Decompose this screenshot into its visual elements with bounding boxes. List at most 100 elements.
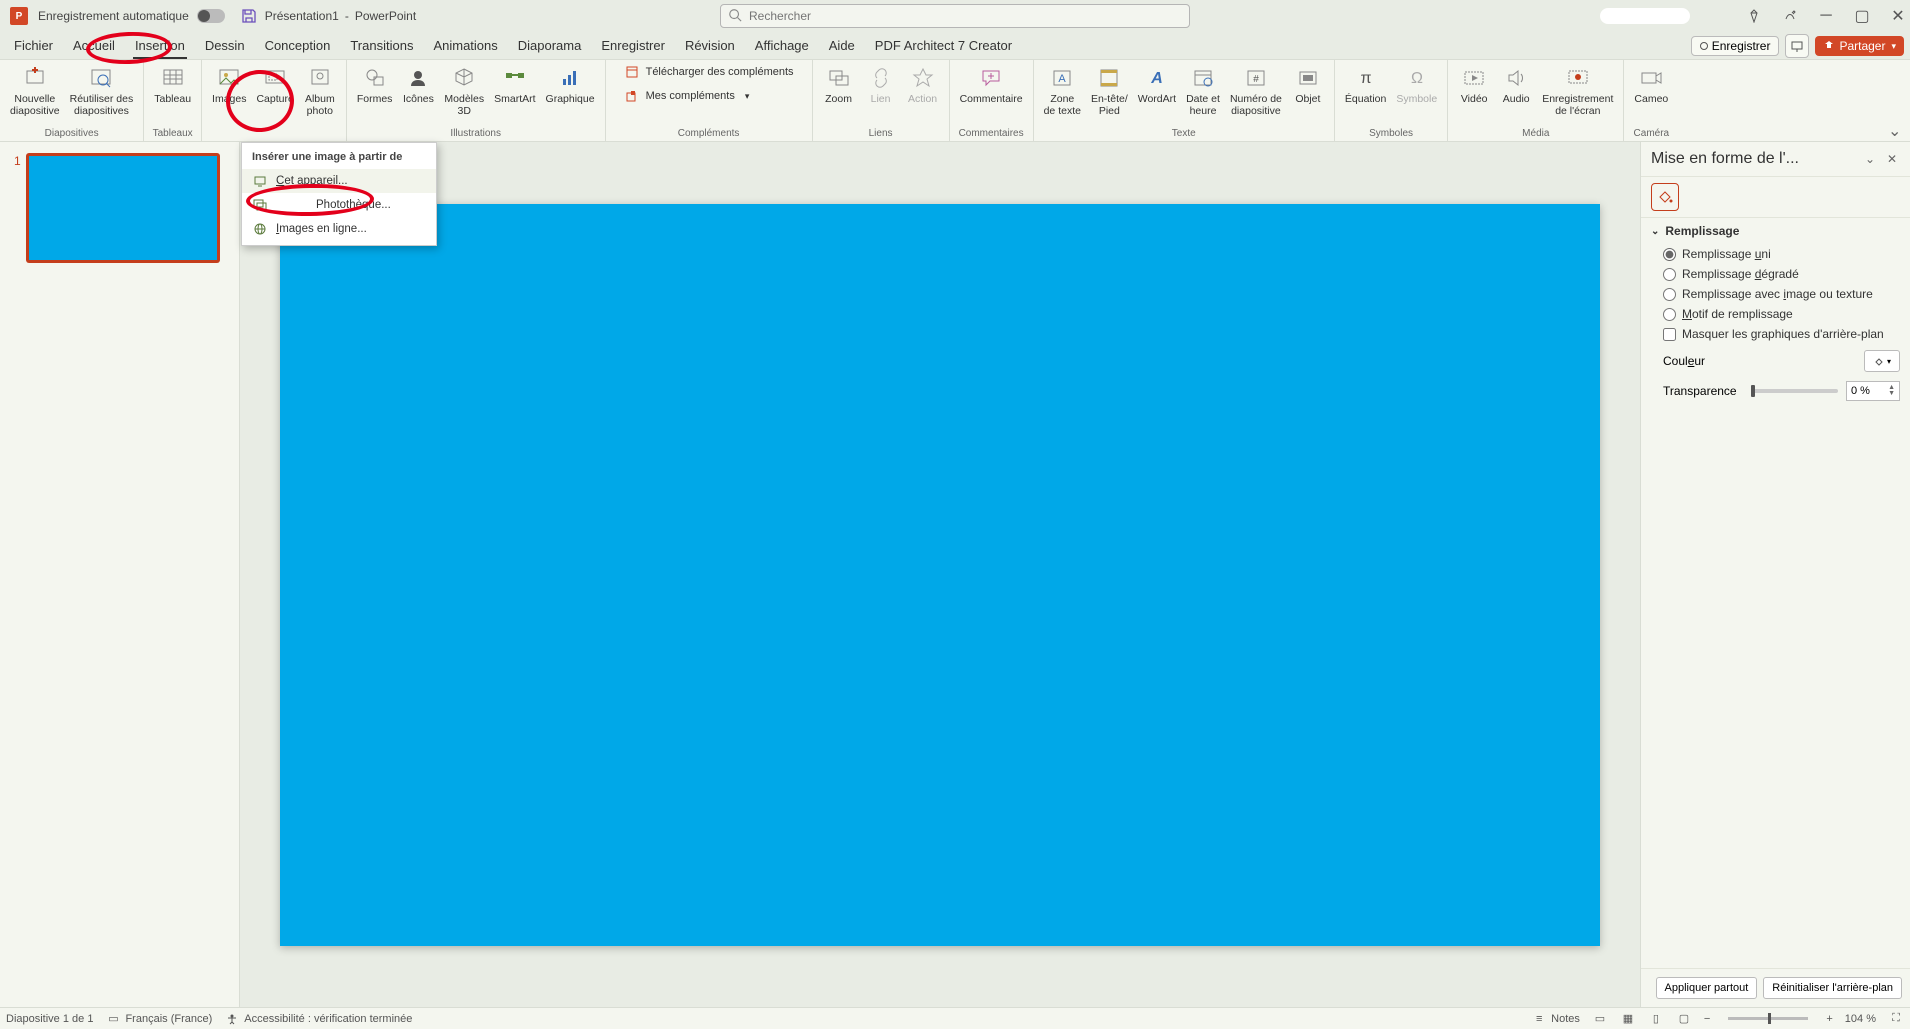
reuse-slides-button[interactable]: Réutiliser des diapositives bbox=[66, 62, 138, 119]
tab-conception[interactable]: Conception bbox=[255, 34, 341, 59]
smartart-button[interactable]: SmartArt bbox=[490, 62, 539, 107]
wordart-button[interactable]: AWordArt bbox=[1134, 62, 1180, 107]
view-normal-button[interactable]: ▭ bbox=[1592, 1011, 1608, 1027]
header-footer-button[interactable]: En-tête/ Pied bbox=[1087, 62, 1132, 119]
pane-options-button[interactable]: ⌄ bbox=[1862, 151, 1878, 167]
status-language[interactable]: ▭Français (France) bbox=[105, 1011, 212, 1027]
tab-aide[interactable]: Aide bbox=[819, 34, 865, 59]
tab-animations[interactable]: Animations bbox=[423, 34, 507, 59]
group-diapositives-label: Diapositives bbox=[45, 128, 99, 139]
zoom-button[interactable]: Zoom bbox=[819, 62, 859, 107]
autosave-toggle[interactable] bbox=[197, 9, 225, 23]
view-reading-button[interactable]: ▯ bbox=[1648, 1011, 1664, 1027]
transparency-slider[interactable] bbox=[1751, 389, 1838, 393]
transparency-spinner[interactable]: 0 %▲▼ bbox=[1846, 381, 1900, 401]
hide-graphics-row[interactable]: Masquer les graphiques d'arrière-plan bbox=[1651, 324, 1900, 344]
text-box-button[interactable]: AZone de texte bbox=[1040, 62, 1085, 119]
object-button[interactable]: Objet bbox=[1288, 62, 1328, 107]
slide-canvas-area[interactable] bbox=[240, 142, 1640, 1007]
status-accessibility[interactable]: Accessibilité : vérification terminée bbox=[224, 1011, 412, 1027]
close-button[interactable]: ✕ bbox=[1890, 8, 1906, 24]
notes-icon: ≡ bbox=[1531, 1011, 1547, 1027]
tab-dessin[interactable]: Dessin bbox=[195, 34, 255, 59]
color-picker-button[interactable]: ▾ bbox=[1864, 350, 1900, 372]
device-icon bbox=[252, 173, 268, 189]
notes-button[interactable]: ≡Notes bbox=[1531, 1011, 1580, 1027]
fill-tab-button[interactable] bbox=[1651, 183, 1679, 211]
fill-pattern-row[interactable]: Motif de remplissage bbox=[1651, 304, 1900, 324]
thumbnail-1-preview[interactable] bbox=[27, 154, 219, 262]
fill-picture-row[interactable]: Remplissage avec image ou texture bbox=[1651, 284, 1900, 304]
view-sorter-button[interactable]: ▦ bbox=[1620, 1011, 1636, 1027]
save-icon[interactable] bbox=[241, 8, 257, 24]
fill-pattern-radio[interactable] bbox=[1663, 308, 1676, 321]
tab-insertion[interactable]: Insertion bbox=[125, 34, 195, 59]
thumbnail-1[interactable]: 1 bbox=[14, 154, 225, 262]
new-slide-button[interactable]: Nouvelle diapositive bbox=[6, 62, 64, 119]
maximize-button[interactable]: ▢ bbox=[1854, 8, 1870, 24]
minimize-button[interactable]: ─ bbox=[1818, 8, 1834, 24]
present-button[interactable] bbox=[1785, 34, 1809, 58]
tab-affichage[interactable]: Affichage bbox=[745, 34, 819, 59]
tab-diaporama[interactable]: Diaporama bbox=[508, 34, 592, 59]
fill-section-header[interactable]: ⌄Remplissage bbox=[1651, 224, 1900, 238]
hide-graphics-checkbox[interactable] bbox=[1663, 328, 1676, 341]
photo-album-button[interactable]: Album photo bbox=[300, 62, 340, 119]
premium-icon[interactable] bbox=[1746, 8, 1762, 24]
my-addins-button[interactable]: Mes compléments▾ bbox=[620, 86, 798, 106]
get-addins-button[interactable]: Télécharger des compléments bbox=[620, 62, 798, 82]
format-background-pane: Mise en forme de l'... ⌄ ✕ ⌄Remplissage … bbox=[1640, 142, 1910, 1007]
chart-button[interactable]: Graphique bbox=[542, 62, 599, 107]
tab-transitions[interactable]: Transitions bbox=[340, 34, 423, 59]
status-slide-count[interactable]: Diapositive 1 de 1 bbox=[6, 1013, 93, 1025]
tab-revision[interactable]: Révision bbox=[675, 34, 745, 59]
record-button[interactable]: Enregistrer bbox=[1691, 36, 1780, 56]
search-input[interactable] bbox=[720, 4, 1190, 28]
reset-background-button[interactable]: Réinitialiser l'arrière-plan bbox=[1763, 977, 1902, 999]
tab-enregistrer[interactable]: Enregistrer bbox=[591, 34, 675, 59]
images-button[interactable]: Images bbox=[208, 62, 250, 107]
view-slideshow-button[interactable]: ▢ bbox=[1676, 1011, 1692, 1027]
coming-soon-icon[interactable] bbox=[1782, 8, 1798, 24]
dropdown-stock-images[interactable]: Photothèque... bbox=[242, 193, 436, 217]
comment-button[interactable]: Commentaire bbox=[956, 62, 1027, 107]
ribbon-tabs: Fichier Accueil Insertion Dessin Concept… bbox=[0, 32, 1910, 60]
3d-models-button[interactable]: Modèles 3D bbox=[440, 62, 488, 119]
share-button[interactable]: Partager▾ bbox=[1815, 36, 1904, 56]
tab-fichier[interactable]: Fichier bbox=[4, 34, 63, 59]
pane-close-button[interactable]: ✕ bbox=[1884, 151, 1900, 167]
images-label: Images bbox=[212, 93, 246, 105]
zoom-slider[interactable] bbox=[1728, 1017, 1808, 1020]
svg-text:#: # bbox=[1253, 74, 1259, 85]
header-footer-icon bbox=[1095, 64, 1123, 92]
fill-gradient-radio[interactable] bbox=[1663, 268, 1676, 281]
fill-picture-radio[interactable] bbox=[1663, 288, 1676, 301]
dropdown-online-images[interactable]: Images en ligne... bbox=[242, 217, 436, 241]
equation-button[interactable]: πÉquation bbox=[1341, 62, 1390, 107]
date-time-button[interactable]: Date et heure bbox=[1182, 62, 1224, 119]
audio-button[interactable]: Audio bbox=[1496, 62, 1536, 107]
fill-solid-row[interactable]: Remplissage uni bbox=[1651, 244, 1900, 264]
tab-accueil[interactable]: Accueil bbox=[63, 34, 125, 59]
fill-gradient-row[interactable]: Remplissage dégradé bbox=[1651, 264, 1900, 284]
zoom-out-button[interactable]: − bbox=[1704, 1013, 1710, 1025]
zoom-value[interactable]: 104 % bbox=[1845, 1013, 1876, 1025]
tab-pdf-architect[interactable]: PDF Architect 7 Creator bbox=[865, 34, 1022, 59]
screenshot-button[interactable]: Capture bbox=[252, 62, 297, 107]
slide-1[interactable] bbox=[280, 204, 1600, 946]
zoom-in-button[interactable]: + bbox=[1826, 1013, 1832, 1025]
video-button[interactable]: Vidéo bbox=[1454, 62, 1494, 107]
icons-button[interactable]: Icônes bbox=[398, 62, 438, 107]
slide-number-button[interactable]: #Numéro de diapositive bbox=[1226, 62, 1286, 119]
fill-solid-radio[interactable] bbox=[1663, 248, 1676, 261]
table-button[interactable]: Tableau bbox=[150, 62, 195, 107]
user-avatar[interactable] bbox=[1600, 8, 1690, 24]
ribbon-collapse-button[interactable]: ⌄ bbox=[1888, 121, 1904, 137]
fit-window-button[interactable]: ⛶ bbox=[1888, 1011, 1904, 1027]
cameo-button[interactable]: Cameo bbox=[1630, 62, 1672, 107]
screen-recording-button[interactable]: Enregistrement de l'écran bbox=[1538, 62, 1617, 119]
dropdown-this-device[interactable]: Cet appareil... bbox=[242, 169, 436, 193]
shapes-button[interactable]: Formes bbox=[353, 62, 397, 107]
apply-all-button[interactable]: Appliquer partout bbox=[1656, 977, 1758, 999]
cameo-label: Cameo bbox=[1634, 93, 1668, 105]
